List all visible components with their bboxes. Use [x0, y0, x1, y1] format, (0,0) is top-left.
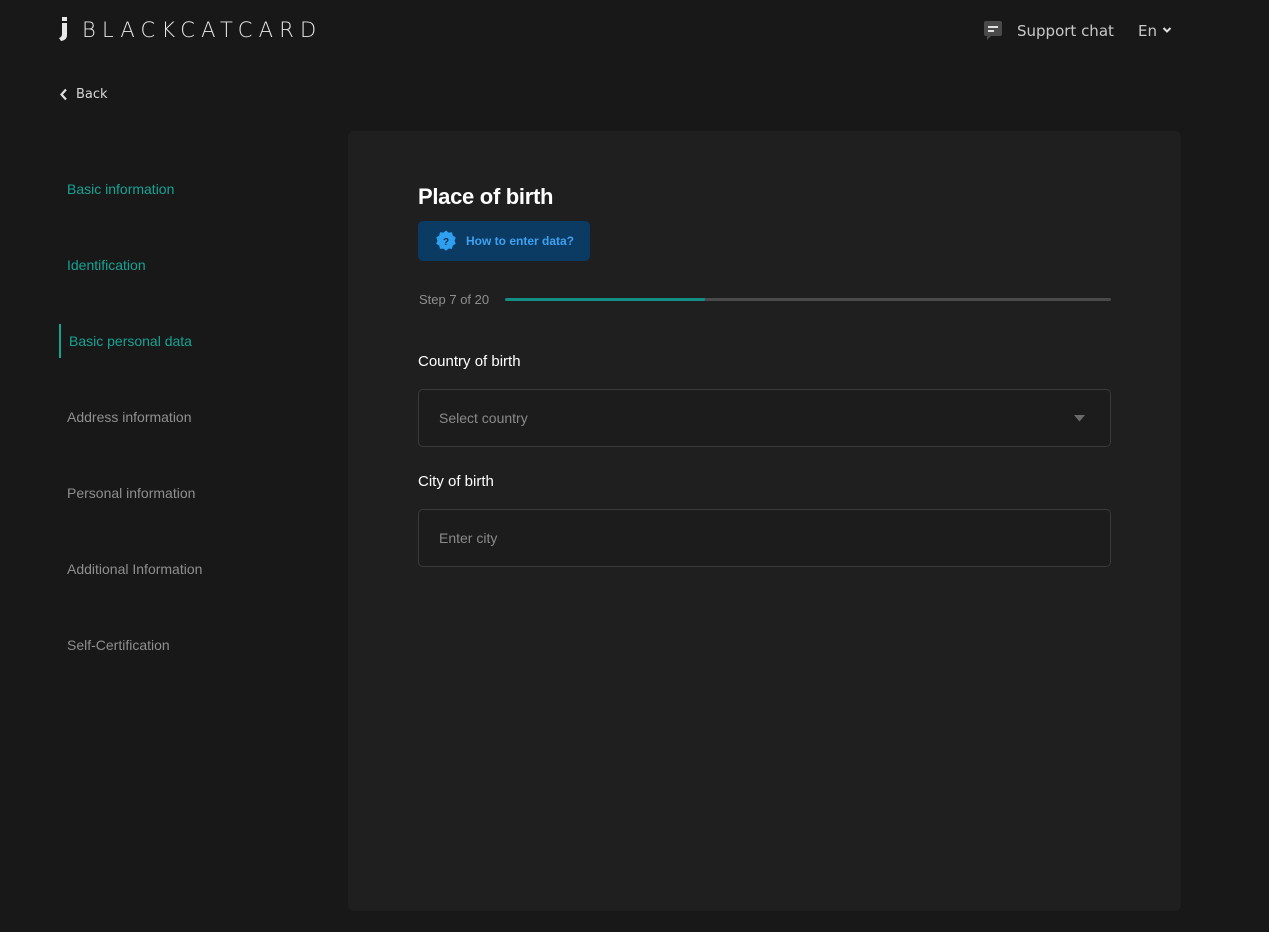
progress-bar — [505, 297, 1111, 301]
support-chat-button[interactable]: Support chat — [983, 20, 1114, 42]
sidebar-item-additional-information[interactable]: Additional Information — [59, 552, 319, 586]
city-of-birth-field — [418, 509, 1111, 567]
step-counter: Step 7 of 20 — [419, 291, 490, 307]
brand-logo[interactable]: BLACKCATCARD — [58, 17, 322, 42]
city-of-birth-label: City of birth — [418, 473, 494, 490]
page-title: Place of birth — [418, 184, 554, 209]
steps-sidebar: Basic information Identification Basic p… — [59, 172, 319, 704]
country-select-placeholder: Select country — [439, 410, 528, 426]
chevron-down-icon — [1162, 27, 1172, 33]
support-chat-label: Support chat — [1017, 22, 1114, 40]
caret-down-icon — [1074, 415, 1085, 422]
country-of-birth-select[interactable]: Select country — [418, 389, 1111, 447]
sidebar-item-self-certification[interactable]: Self-Certification — [59, 628, 319, 662]
sidebar-item-basic-information[interactable]: Basic information — [59, 172, 319, 206]
sidebar-item-identification[interactable]: Identification — [59, 248, 319, 282]
form-card: Place of birth ? How to enter data? Step… — [348, 131, 1181, 911]
question-badge-icon: ? — [436, 230, 456, 251]
back-button[interactable]: Back — [59, 87, 108, 102]
svg-text:?: ? — [443, 237, 449, 248]
step-progress: Step 7 of 20 — [419, 289, 1111, 309]
chevron-left-icon — [60, 88, 67, 101]
sidebar-item-personal-information[interactable]: Personal information — [59, 476, 319, 510]
country-of-birth-label: Country of birth — [418, 353, 521, 370]
sidebar-item-basic-personal-data[interactable]: Basic personal data — [59, 324, 319, 358]
how-to-enter-data-button[interactable]: ? How to enter data? — [418, 221, 590, 261]
language-label: En — [1138, 22, 1157, 40]
how-to-enter-data-label: How to enter data? — [466, 234, 575, 248]
blackcat-logo-icon — [59, 17, 67, 41]
language-selector[interactable]: En — [1138, 22, 1172, 40]
city-of-birth-input[interactable] — [439, 510, 1110, 566]
logo-text: BLACKCATCARD — [82, 17, 323, 42]
back-label: Back — [76, 87, 108, 102]
progress-bar-fill — [505, 297, 706, 301]
chat-bubble-icon — [984, 21, 1002, 40]
sidebar-item-address-information[interactable]: Address information — [59, 400, 319, 434]
